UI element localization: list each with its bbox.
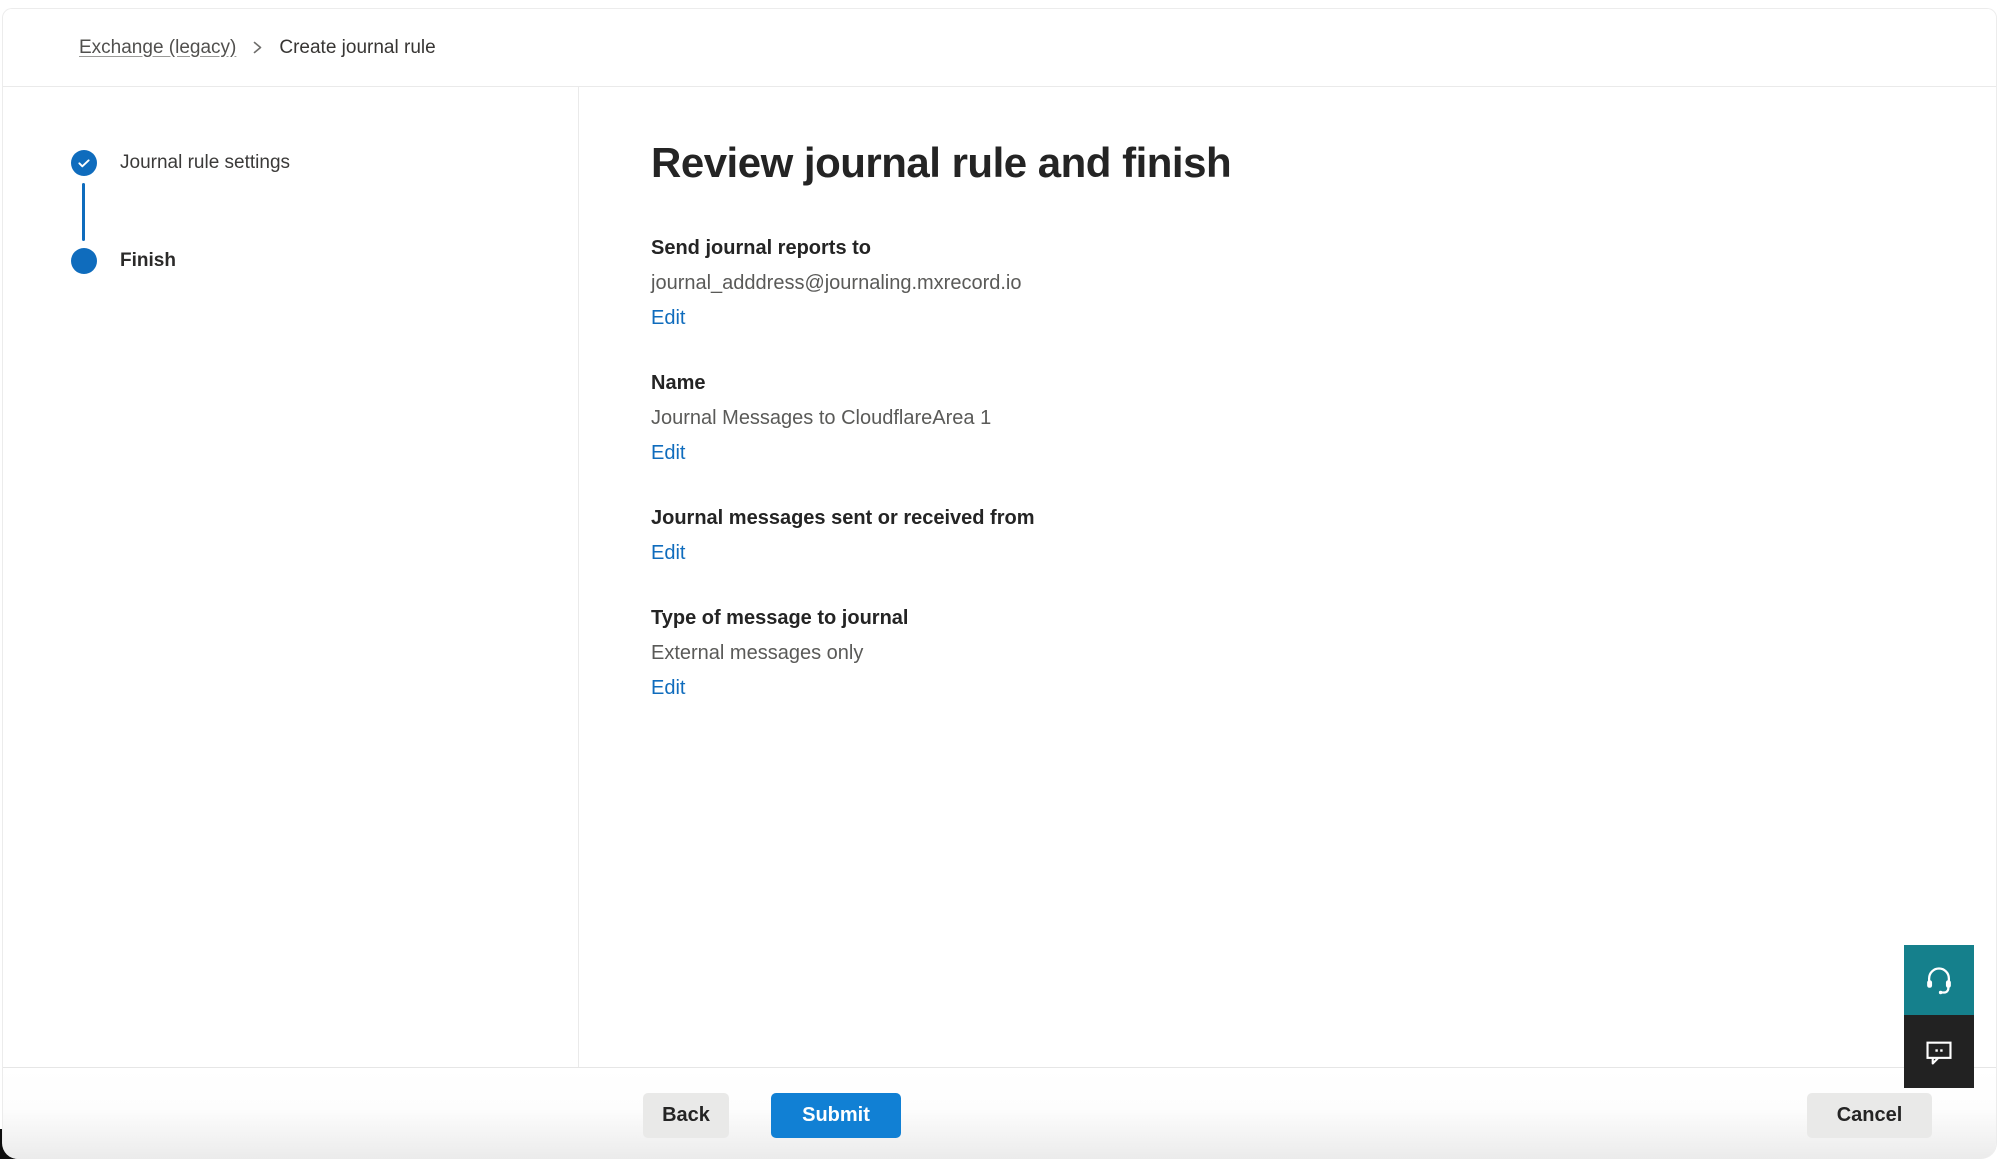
edit-send-journal-reports-link[interactable]: Edit: [651, 301, 685, 336]
breadcrumb-link-exchange-legacy[interactable]: Exchange (legacy): [79, 37, 236, 59]
edit-message-type-link[interactable]: Edit: [651, 671, 685, 706]
section-label: Name: [651, 366, 1956, 401]
step-label-journal-rule-settings: Journal rule settings: [120, 152, 290, 174]
section-send-journal-reports-to: Send journal reports to journal_adddress…: [651, 231, 1956, 336]
step-label-finish: Finish: [120, 250, 176, 272]
wizard-body: Journal rule settings Finish Review jour…: [3, 87, 1996, 1067]
wizard-step-finish[interactable]: Finish: [71, 248, 578, 274]
app-window: Exchange (legacy) Create journal rule Jo…: [2, 8, 1997, 1159]
wizard-steps-panel: Journal rule settings Finish: [3, 87, 579, 1067]
wizard-step-journal-rule-settings[interactable]: Journal rule settings: [71, 150, 578, 176]
breadcrumb-current-page: Create journal rule: [279, 37, 435, 59]
review-pane: Review journal rule and finish Send jour…: [579, 87, 1996, 1067]
edit-scope-link[interactable]: Edit: [651, 536, 685, 571]
section-journal-messages-scope: Journal messages sent or received from E…: [651, 501, 1956, 571]
section-name: Name Journal Messages to CloudflareArea …: [651, 366, 1956, 471]
message-type-value: External messages only: [651, 636, 1956, 671]
section-label: Type of message to journal: [651, 601, 1956, 636]
feedback-button[interactable]: [1904, 1015, 1974, 1088]
step-completed-check-icon: [71, 150, 97, 176]
journal-address-value: journal_adddress@journaling.mxrecord.io: [651, 266, 1956, 301]
section-label: Send journal reports to: [651, 231, 1956, 266]
action-bar: Back Submit Cancel: [3, 1067, 1996, 1159]
edit-name-link[interactable]: Edit: [651, 436, 685, 471]
section-label: Journal messages sent or received from: [651, 501, 1956, 536]
headset-icon: [1923, 964, 1955, 996]
submit-button[interactable]: Submit: [771, 1093, 901, 1138]
chat-icon: [1923, 1036, 1955, 1068]
chevron-right-icon: [251, 40, 264, 55]
help-button[interactable]: [1904, 945, 1974, 1015]
back-button[interactable]: Back: [643, 1093, 729, 1138]
page-title: Review journal rule and finish: [651, 137, 1956, 189]
step-connector-line: [82, 183, 85, 241]
cancel-button[interactable]: Cancel: [1807, 1093, 1932, 1138]
breadcrumb: Exchange (legacy) Create journal rule: [3, 9, 1996, 87]
step-current-dot-icon: [71, 248, 97, 274]
rule-name-value: Journal Messages to CloudflareArea 1: [651, 401, 1956, 436]
section-message-type: Type of message to journal External mess…: [651, 601, 1956, 706]
